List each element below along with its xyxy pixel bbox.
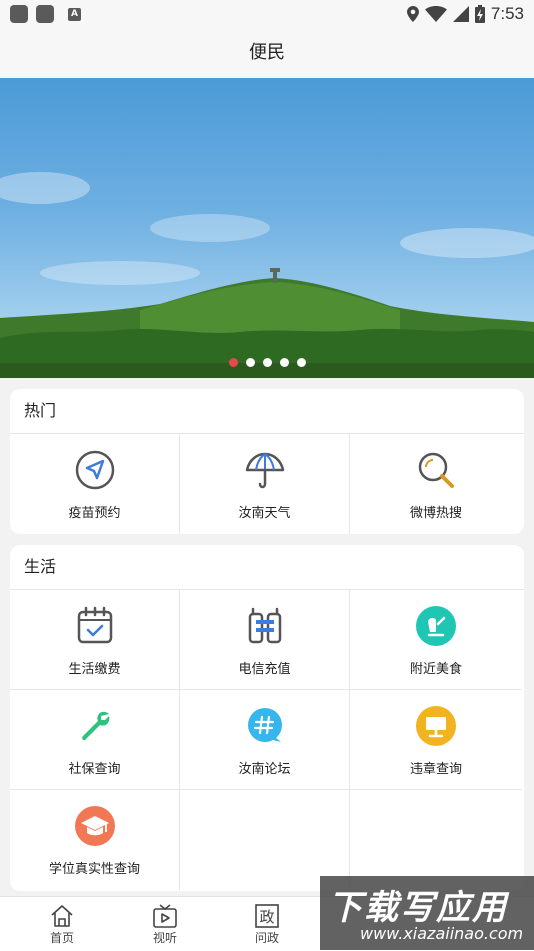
forum-hashtag-icon <box>247 708 282 742</box>
section-title: 生活 <box>10 545 524 590</box>
service-label: 微博热搜 <box>409 506 462 521</box>
watermark: 下载写应用 www.xiazaiinao.com <box>320 876 534 950</box>
text-icon: A <box>68 7 81 21</box>
empty-cell <box>350 790 522 890</box>
service-label: 汝南论坛 <box>238 762 291 777</box>
watermark-title: 下载写应用 <box>328 888 508 928</box>
battery-icon <box>474 5 485 23</box>
section-title: 热门 <box>10 389 524 434</box>
service-runan-forum[interactable]: 汝南论坛 <box>180 690 350 790</box>
service-utility-payment[interactable]: 生活缴费 <box>10 590 180 690</box>
nav-home[interactable]: 首页 <box>32 897 92 951</box>
service-vaccine-appointment[interactable]: 疫苗预约 <box>10 434 180 534</box>
wrench-icon <box>81 711 109 741</box>
nav-audiovisual[interactable]: 视听 <box>135 897 195 951</box>
service-weibo-hot-search[interactable]: 微博热搜 <box>350 434 522 534</box>
service-violation-query[interactable]: 违章查询 <box>350 690 522 790</box>
notification-icon <box>10 5 28 23</box>
service-runan-weather[interactable]: 汝南天气 <box>180 434 350 534</box>
clock-time: 7:53 <box>490 4 524 23</box>
notification-icon <box>36 5 54 23</box>
carousel-dot[interactable] <box>296 358 306 367</box>
banner-carousel[interactable] <box>0 78 534 378</box>
section-life: 生活 生活缴费 电信充值 附近美食 社保查询 汝南论坛 违章查询 学位真实性查询 <box>10 545 524 891</box>
graduation-cap-icon <box>74 806 115 846</box>
nav-label: 首页 <box>49 931 74 945</box>
service-telecom-recharge[interactable]: 电信充值 <box>180 590 350 690</box>
service-label: 电信充值 <box>238 662 291 677</box>
service-social-security-query[interactable]: 社保查询 <box>10 690 180 790</box>
nav-inquiry[interactable]: 政 问政 <box>237 897 297 951</box>
service-label: 附近美食 <box>409 662 462 677</box>
food-icon <box>416 606 456 646</box>
svg-text:政: 政 <box>259 908 274 926</box>
service-label: 生活缴费 <box>68 662 121 677</box>
calendar-check-icon <box>77 606 112 644</box>
monitor-icon <box>416 706 456 746</box>
section-hot: 热门 疫苗预约 汝南天气 微博热搜 <box>10 389 524 534</box>
service-label: 汝南天气 <box>238 506 291 521</box>
location-icon <box>406 6 419 22</box>
carousel-dots <box>0 358 534 367</box>
empty-cell <box>180 790 350 890</box>
service-label: 违章查询 <box>409 762 462 777</box>
service-degree-verification[interactable]: 学位真实性查询 <box>10 790 180 890</box>
watermark-url: www.xiazaiinao.com <box>360 924 524 943</box>
page-title: 便民 <box>0 28 534 78</box>
carousel-dot-active[interactable] <box>228 358 238 367</box>
zheng-icon: 政 <box>255 904 279 928</box>
status-bar: A 7:53 <box>0 0 534 28</box>
phone-recharge-icon <box>248 607 281 644</box>
service-label: 学位真实性查询 <box>48 862 140 877</box>
carousel-dot[interactable] <box>279 358 289 367</box>
service-label: 疫苗预约 <box>68 506 121 521</box>
service-label: 社保查询 <box>68 762 121 777</box>
carousel-dot[interactable] <box>262 358 272 367</box>
tv-play-icon <box>153 904 177 928</box>
nav-label: 视听 <box>152 931 177 945</box>
service-nearby-food[interactable]: 附近美食 <box>350 590 522 690</box>
signal-icon <box>452 6 469 22</box>
magnifier-icon <box>418 452 454 488</box>
banner-image <box>0 172 534 378</box>
home-icon <box>51 905 73 927</box>
wifi-icon <box>424 6 447 22</box>
carousel-dot[interactable] <box>245 358 255 367</box>
nav-label: 问政 <box>254 931 279 945</box>
umbrella-icon <box>245 452 284 489</box>
navigation-arrow-icon <box>75 450 114 490</box>
